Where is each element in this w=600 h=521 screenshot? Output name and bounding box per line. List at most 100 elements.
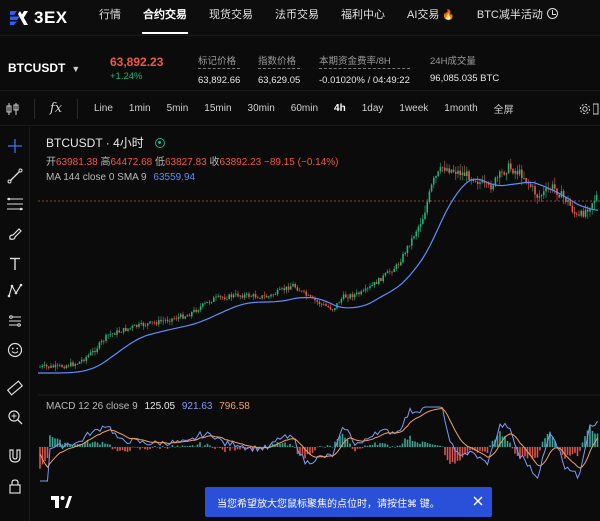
candle-body [213, 297, 215, 302]
tradingview-logo-icon[interactable] [50, 494, 72, 514]
macd-histogram-bar [481, 447, 484, 452]
macd-legend[interactable]: MACD 12 26 close 9 125.05 921.63 796.58 [46, 401, 250, 412]
macd-histogram-bar [174, 446, 176, 448]
caret-down-icon: ▼ [71, 64, 81, 74]
nav-item[interactable]: BTC减半活动 [466, 0, 569, 36]
candle-body [100, 340, 103, 343]
magnet-icon[interactable] [4, 445, 26, 467]
timeframe-button[interactable]: 5min [159, 103, 197, 114]
measure-tool-icon[interactable] [4, 310, 26, 332]
macd-histogram-bar [361, 447, 364, 449]
timeframe-button[interactable]: 4h [326, 103, 354, 114]
candle-body [329, 307, 332, 310]
candle-body [417, 226, 420, 232]
candle-type-icon[interactable] [0, 92, 26, 126]
timeframe-button[interactable]: 全屏 [486, 101, 522, 116]
candle-body [479, 182, 481, 184]
candle-body [505, 173, 508, 175]
timeframe-button[interactable]: 30min [240, 103, 283, 114]
macd-histogram-bar [426, 442, 429, 447]
emoji-icon[interactable] [4, 339, 26, 361]
nav-item-label: 现货交易 [209, 8, 253, 21]
nav-item[interactable]: 合约交易 [132, 0, 198, 36]
timeframe-button[interactable]: 1month [436, 103, 485, 114]
candle-body [274, 294, 277, 295]
candle-body [162, 320, 164, 322]
candle-body [268, 296, 270, 298]
pattern-icon[interactable] [4, 280, 26, 302]
brush-icon[interactable] [4, 223, 26, 245]
lock-icon[interactable] [4, 475, 26, 497]
candle-body [144, 325, 147, 327]
macd-histogram-bar [431, 444, 434, 447]
timeframe-button[interactable]: 1day [354, 103, 392, 114]
candle-body [230, 294, 233, 298]
candle-body [331, 309, 334, 310]
fib-retracement-icon[interactable] [4, 193, 26, 215]
nav-item[interactable]: 行情 [88, 0, 132, 36]
candle-body [576, 213, 578, 215]
chart-canvas[interactable] [38, 127, 600, 521]
macd-histogram-bar [219, 447, 221, 449]
zoom-in-icon[interactable] [4, 406, 26, 428]
macd-histogram-bar [379, 443, 381, 447]
macd-line [40, 406, 598, 482]
candle-body [125, 327, 127, 331]
timeframe-button[interactable]: Line [86, 103, 121, 114]
candle-body [96, 348, 98, 353]
macd-histogram-bar [151, 447, 154, 448]
macd-histogram-bar [289, 443, 291, 447]
candle-body [210, 301, 213, 303]
nav-item[interactable]: 福利中心 [330, 0, 396, 36]
chart-title: BTCUSDT · 4小时 [46, 134, 166, 151]
price-chart[interactable]: BTCUSDT · 4小时 开63981.38 高64472.68 低63827… [38, 127, 600, 521]
macd-hist-value: 125.05 [144, 401, 176, 412]
stat-label[interactable]: 指数价格 [258, 53, 301, 69]
macd-histogram-bar [369, 444, 371, 447]
candle-body [424, 212, 426, 220]
candle-body [362, 290, 365, 292]
ruler-icon[interactable] [4, 377, 26, 399]
candle-body [182, 314, 184, 319]
last-price: 63,892.23 [110, 55, 164, 69]
crosshair-icon[interactable] [4, 135, 26, 157]
candle-body [356, 292, 358, 295]
candle-body [52, 365, 54, 368]
macd-histogram-bar [511, 447, 514, 449]
ma-legend[interactable]: MA 144 close 0 SMA 9 63559.94 [46, 172, 195, 183]
macd-histogram-bar [409, 435, 411, 447]
candle-body [545, 188, 547, 192]
macd-histogram-bar [349, 443, 351, 447]
symbol-selector[interactable]: BTCUSDT ▼ [8, 61, 80, 75]
macd-histogram-bar [356, 447, 359, 449]
timeframe-button[interactable]: 60min [283, 103, 326, 114]
close-icon[interactable] [472, 495, 484, 507]
candle-body [430, 184, 433, 192]
candle-body [382, 275, 384, 282]
stat-label[interactable]: 标记价格 [198, 53, 241, 69]
timeframe-button[interactable]: 1min [121, 103, 159, 114]
macd-histogram-bar [539, 447, 541, 451]
nav-item[interactable]: AI交易 🔥 [396, 0, 466, 36]
nav-item[interactable]: 现货交易 [198, 0, 264, 36]
trend-line-icon[interactable] [4, 165, 26, 187]
timeframe-button[interactable]: 15min [196, 103, 239, 114]
macd-histogram-bar [391, 446, 394, 447]
nav-item-label: BTC减半活动 [476, 8, 543, 21]
macd-histogram-bar [354, 447, 356, 452]
timeframe-button[interactable]: 1week [391, 103, 436, 114]
nav-item[interactable]: 法币交易 [264, 0, 330, 36]
settings-icon[interactable] [579, 92, 591, 126]
stat-label[interactable]: 本期资金费率/8H [319, 53, 410, 69]
candle-body [246, 293, 248, 295]
macd-histogram-bar [229, 447, 231, 451]
macd-histogram-bar [514, 447, 516, 454]
macd-histogram-bar [99, 444, 101, 447]
text-tool-icon[interactable] [4, 253, 26, 275]
candle-body [155, 322, 158, 325]
macd-histogram-bar [81, 444, 84, 447]
more-icon[interactable] [593, 92, 599, 126]
indicators-fx-icon[interactable]: fx [43, 92, 69, 126]
logo[interactable]: 3EX [8, 8, 88, 28]
logo-mark-icon [8, 9, 30, 27]
